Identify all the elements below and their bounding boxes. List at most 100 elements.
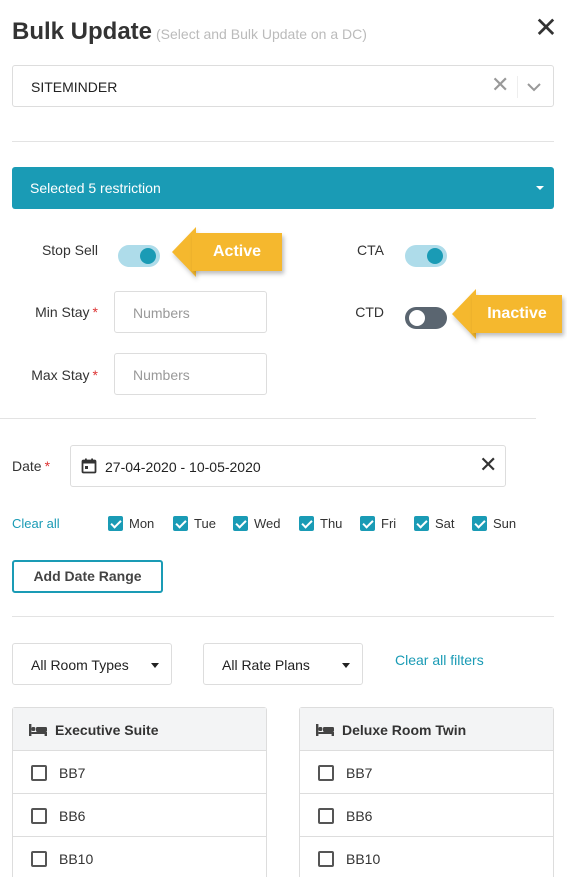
day-checkbox-wed[interactable]: Wed: [233, 515, 281, 533]
restriction-dropdown-label: Selected 5 restriction: [30, 180, 161, 196]
toggle-knob: [427, 248, 443, 264]
rate-plan-name: BB6: [59, 808, 86, 824]
rate-plan-name: BB10: [346, 851, 381, 867]
day-label: Fri: [381, 516, 397, 532]
required-mark: *: [92, 367, 98, 383]
checkbox-checked-icon: [108, 516, 123, 532]
min-stay-label-text: Min Stay: [35, 304, 90, 320]
clear-date-icon[interactable]: ✕: [479, 454, 497, 476]
clear-all-filters-link[interactable]: Clear all filters: [395, 652, 484, 668]
checkbox-checked-icon: [414, 516, 429, 532]
max-stay-placeholder: Numbers: [133, 367, 190, 383]
clear-all-days-link[interactable]: Clear all: [12, 516, 60, 531]
divider: [0, 418, 536, 419]
min-stay-placeholder: Numbers: [133, 305, 190, 321]
day-checkbox-mon[interactable]: Mon: [108, 515, 154, 533]
room-types-filter[interactable]: All Room Types: [12, 643, 172, 685]
inactive-callout-text: Inactive: [472, 295, 562, 333]
page-subtitle: (Select and Bulk Update on a DC): [156, 26, 367, 42]
required-mark: *: [92, 304, 98, 320]
rate-plan-row[interactable]: BB10: [13, 837, 266, 877]
required-mark: *: [44, 458, 51, 474]
room-name: Executive Suite: [55, 722, 159, 738]
close-icon[interactable]: ✕: [534, 14, 558, 42]
day-label: Sat: [435, 516, 455, 532]
rate-plan-row[interactable]: BB7: [13, 751, 266, 794]
active-callout: Active: [172, 227, 282, 277]
add-date-range-button[interactable]: Add Date Range: [12, 560, 163, 593]
rate-plan-name: BB7: [59, 765, 86, 781]
day-checkbox-fri[interactable]: Fri: [360, 515, 396, 533]
bed-icon: [29, 724, 47, 736]
room-card-executive-suite: Executive Suite BB7 BB6 BB10: [12, 707, 267, 877]
rate-plans-filter-label: All Rate Plans: [222, 657, 310, 673]
room-name: Deluxe Room Twin: [342, 722, 467, 738]
toggle-knob: [409, 310, 425, 326]
divider: [12, 616, 554, 617]
rate-plan-name: BB10: [59, 851, 94, 867]
day-checkbox-sun[interactable]: Sun: [472, 515, 516, 533]
day-label: Wed: [254, 516, 281, 532]
checkbox-checked-icon: [360, 516, 375, 532]
caret-down-icon: [536, 186, 544, 190]
active-callout-text: Active: [192, 233, 282, 271]
day-label: Sun: [493, 516, 517, 532]
room-card-header: Deluxe Room Twin: [300, 708, 553, 751]
checkbox-unchecked-icon[interactable]: [318, 765, 334, 781]
restriction-dropdown[interactable]: Selected 5 restriction: [12, 167, 554, 209]
caret-down-icon: [151, 663, 159, 668]
page-title: Bulk Update (Select and Bulk Update on a …: [12, 18, 367, 46]
room-card-header: Executive Suite: [13, 708, 266, 751]
day-label: Mon: [129, 516, 155, 532]
ctd-label: CTD: [355, 304, 384, 320]
rate-plan-name: BB7: [346, 765, 373, 781]
max-stay-input[interactable]: Numbers: [114, 353, 267, 395]
channel-select-value: SITEMINDER: [31, 79, 118, 95]
checkbox-unchecked-icon[interactable]: [31, 808, 47, 824]
day-label: Tue: [194, 516, 216, 532]
rate-plan-name: BB6: [346, 808, 373, 824]
checkbox-checked-icon: [472, 516, 487, 532]
cta-toggle[interactable]: [405, 245, 447, 267]
min-stay-input[interactable]: Numbers: [114, 291, 267, 333]
checkbox-unchecked-icon[interactable]: [31, 851, 47, 867]
max-stay-label-text: Max Stay: [31, 367, 90, 383]
day-checkbox-tue[interactable]: Tue: [173, 515, 216, 533]
divider: [517, 76, 518, 98]
rate-plan-row[interactable]: BB6: [300, 794, 553, 837]
checkbox-unchecked-icon[interactable]: [318, 851, 334, 867]
min-stay-label: Min Stay *: [14, 304, 98, 320]
max-stay-label: Max Stay *: [14, 367, 98, 383]
checkbox-checked-icon: [173, 516, 188, 532]
title-text: Bulk Update: [12, 18, 153, 45]
stop-sell-label: Stop Sell: [41, 242, 98, 258]
day-label: Thu: [320, 516, 343, 532]
stop-sell-toggle[interactable]: [118, 245, 160, 267]
calendar-icon: [81, 458, 97, 474]
chevron-down-icon[interactable]: [525, 78, 543, 96]
channel-select[interactable]: SITEMINDER ✕: [12, 65, 554, 107]
cta-label: CTA: [357, 242, 384, 258]
rate-plans-filter[interactable]: All Rate Plans: [203, 643, 363, 685]
checkbox-checked-icon: [299, 516, 314, 532]
checkbox-unchecked-icon[interactable]: [318, 808, 334, 824]
checkbox-checked-icon: [233, 516, 248, 532]
clear-icon[interactable]: ✕: [491, 74, 509, 96]
bed-icon: [316, 724, 334, 736]
date-range-input[interactable]: 27-04-2020 - 10-05-2020 ✕: [70, 445, 506, 487]
day-checkbox-thu[interactable]: Thu: [299, 515, 342, 533]
date-label-text: Date: [12, 458, 42, 474]
ctd-toggle[interactable]: [405, 307, 447, 329]
room-card-deluxe-room-twin: Deluxe Room Twin BB7 BB6 BB10: [299, 707, 554, 877]
toggle-knob: [140, 248, 156, 264]
inactive-callout: Inactive: [452, 289, 562, 339]
rate-plan-row[interactable]: BB10: [300, 837, 553, 877]
room-types-filter-label: All Room Types: [31, 657, 129, 673]
date-label: Date *: [12, 458, 50, 474]
caret-down-icon: [342, 663, 350, 668]
checkbox-unchecked-icon[interactable]: [31, 765, 47, 781]
rate-plan-row[interactable]: BB6: [13, 794, 266, 837]
day-checkbox-sat[interactable]: Sat: [414, 515, 455, 533]
rate-plan-row[interactable]: BB7: [300, 751, 553, 794]
divider: [12, 141, 554, 142]
